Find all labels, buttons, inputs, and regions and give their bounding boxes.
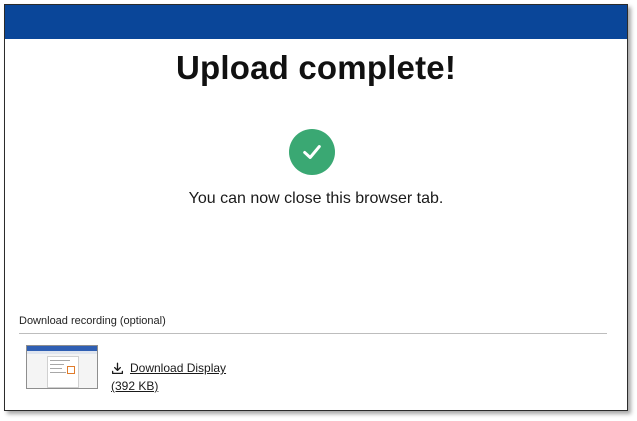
download-display-link[interactable]: Download Display bbox=[130, 361, 226, 375]
page-title: Upload complete! bbox=[175, 49, 457, 86]
page-frame: Upload complete! You can now close this … bbox=[4, 4, 628, 411]
checkmark-icon bbox=[303, 145, 321, 159]
thumbnail-text-line bbox=[50, 360, 70, 361]
download-row[interactable]: Download Display bbox=[111, 361, 226, 375]
status-message: You can now close this browser tab. bbox=[188, 190, 444, 207]
section-divider bbox=[19, 333, 607, 334]
thumbnail-text-line bbox=[50, 364, 64, 365]
thumbnail-highlight bbox=[67, 366, 75, 374]
thumbnail-toolbar bbox=[27, 351, 97, 354]
thumbnail-text-line bbox=[50, 368, 62, 369]
recording-thumbnail[interactable] bbox=[26, 345, 98, 389]
download-section-label: Download recording (optional) bbox=[19, 315, 166, 327]
check-circle-icon bbox=[289, 129, 335, 175]
file-size-label: (392 KB) bbox=[111, 379, 159, 393]
header-bar bbox=[5, 5, 627, 39]
download-icon[interactable] bbox=[111, 362, 124, 375]
thumbnail-text-line bbox=[50, 372, 66, 373]
